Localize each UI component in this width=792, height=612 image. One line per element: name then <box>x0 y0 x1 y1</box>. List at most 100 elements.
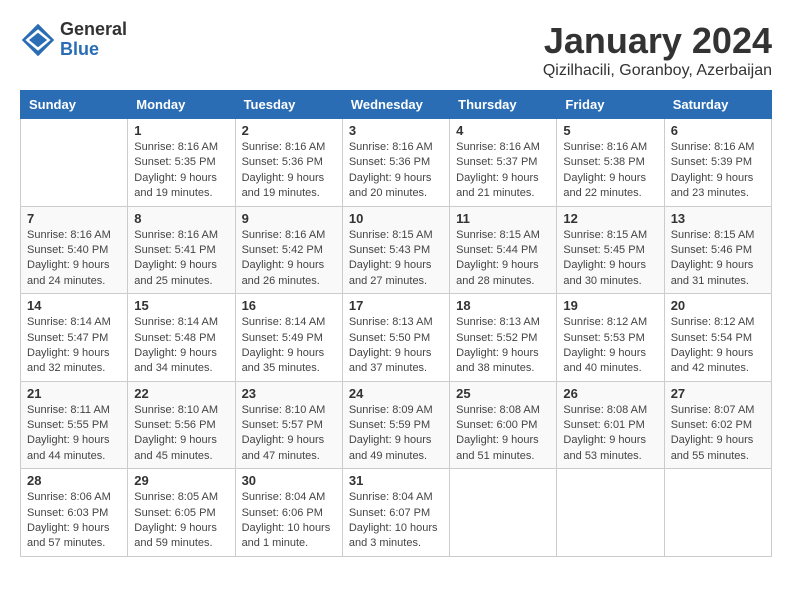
day-number: 7 <box>27 211 121 226</box>
month-title: January 2024 <box>543 20 772 62</box>
calendar-cell: 10Sunrise: 8:15 AM Sunset: 5:43 PM Dayli… <box>342 206 449 294</box>
day-number: 3 <box>349 123 443 138</box>
logo-general-label: General <box>60 20 127 40</box>
day-detail: Sunrise: 8:16 AM Sunset: 5:38 PM Dayligh… <box>563 140 657 202</box>
calendar-cell: 2Sunrise: 8:16 AM Sunset: 5:36 PM Daylig… <box>235 119 342 207</box>
day-detail: Sunrise: 8:14 AM Sunset: 5:49 PM Dayligh… <box>242 315 336 377</box>
day-detail: Sunrise: 8:15 AM Sunset: 5:45 PM Dayligh… <box>563 228 657 290</box>
day-number: 25 <box>456 386 550 401</box>
calendar-cell <box>450 469 557 557</box>
day-detail: Sunrise: 8:16 AM Sunset: 5:35 PM Dayligh… <box>134 140 228 202</box>
day-number: 1 <box>134 123 228 138</box>
day-detail: Sunrise: 8:10 AM Sunset: 5:56 PM Dayligh… <box>134 403 228 465</box>
day-header-friday: Friday <box>557 91 664 119</box>
calendar-cell: 9 Sunrise: 8:16 AM Sunset: 5:42 PM Daylig… <box>235 206 342 294</box>
week-row-5: 28 Sunrise: 8:06 AM Sunset: 6:03 PM Dayli… <box>21 469 772 557</box>
day-number: 12 <box>563 211 657 226</box>
logo: General Blue <box>20 20 127 60</box>
day-number: 27 <box>671 386 765 401</box>
day-number: 22 <box>134 386 228 401</box>
day-detail: Sunrise: 8:16 AM Sunset: 5:42 PM Dayligh… <box>242 228 336 290</box>
day-detail: Sunrise: 8:15 AM Sunset: 5:44 PM Dayligh… <box>456 228 550 290</box>
logo-icon <box>20 22 56 58</box>
calendar-cell: 6 Sunrise: 8:16 AM Sunset: 5:39 PM Daylig… <box>664 119 771 207</box>
calendar-cell: 11 Sunrise: 8:15 AM Sunset: 5:44 PM Dayli… <box>450 206 557 294</box>
day-detail: Sunrise: 8:07 AM Sunset: 6:02 PM Dayligh… <box>671 403 765 465</box>
day-number: 31 <box>349 473 443 488</box>
calendar-cell: 30Sunrise: 8:04 AM Sunset: 6:06 PM Dayli… <box>235 469 342 557</box>
header-row: SundayMondayTuesdayWednesdayThursdayFrid… <box>21 91 772 119</box>
calendar-table: SundayMondayTuesdayWednesdayThursdayFrid… <box>20 90 772 557</box>
day-number: 20 <box>671 298 765 313</box>
location: Qizilhacili, Goranboy, Azerbaijan <box>543 62 772 80</box>
calendar-cell: 23 Sunrise: 8:10 AM Sunset: 5:57 PM Dayli… <box>235 381 342 469</box>
day-detail: Sunrise: 8:12 AM Sunset: 5:54 PM Dayligh… <box>671 315 765 377</box>
day-detail: Sunrise: 8:16 AM Sunset: 5:37 PM Dayligh… <box>456 140 550 202</box>
day-detail: Sunrise: 8:05 AM Sunset: 6:05 PM Dayligh… <box>134 490 228 552</box>
calendar-cell: 17 Sunrise: 8:13 AM Sunset: 5:50 PM Dayli… <box>342 294 449 382</box>
calendar-cell: 26 Sunrise: 8:08 AM Sunset: 6:01 PM Dayli… <box>557 381 664 469</box>
calendar-cell: 15Sunrise: 8:14 AM Sunset: 5:48 PM Dayli… <box>128 294 235 382</box>
week-row-2: 7 Sunrise: 8:16 AM Sunset: 5:40 PM Daylig… <box>21 206 772 294</box>
day-number: 16 <box>242 298 336 313</box>
day-number: 8 <box>134 211 228 226</box>
day-detail: Sunrise: 8:11 AM Sunset: 5:55 PM Dayligh… <box>27 403 121 465</box>
day-detail: Sunrise: 8:13 AM Sunset: 5:52 PM Dayligh… <box>456 315 550 377</box>
day-detail: Sunrise: 8:10 AM Sunset: 5:57 PM Dayligh… <box>242 403 336 465</box>
day-detail: Sunrise: 8:16 AM Sunset: 5:39 PM Dayligh… <box>671 140 765 202</box>
calendar-cell: 21 Sunrise: 8:11 AM Sunset: 5:55 PM Dayli… <box>21 381 128 469</box>
calendar-cell <box>557 469 664 557</box>
day-header-thursday: Thursday <box>450 91 557 119</box>
day-number: 29 <box>134 473 228 488</box>
day-detail: Sunrise: 8:15 AM Sunset: 5:43 PM Dayligh… <box>349 228 443 290</box>
week-row-1: 1 Sunrise: 8:16 AM Sunset: 5:35 PM Daylig… <box>21 119 772 207</box>
day-header-monday: Monday <box>128 91 235 119</box>
day-number: 9 <box>242 211 336 226</box>
day-number: 5 <box>563 123 657 138</box>
day-detail: Sunrise: 8:04 AM Sunset: 6:06 PM Dayligh… <box>242 490 336 552</box>
day-detail: Sunrise: 8:08 AM Sunset: 6:00 PM Dayligh… <box>456 403 550 465</box>
day-detail: Sunrise: 8:14 AM Sunset: 5:48 PM Dayligh… <box>134 315 228 377</box>
day-detail: Sunrise: 8:12 AM Sunset: 5:53 PM Dayligh… <box>563 315 657 377</box>
calendar-cell: 16 Sunrise: 8:14 AM Sunset: 5:49 PM Dayli… <box>235 294 342 382</box>
day-detail: Sunrise: 8:06 AM Sunset: 6:03 PM Dayligh… <box>27 490 121 552</box>
day-number: 11 <box>456 211 550 226</box>
day-number: 17 <box>349 298 443 313</box>
day-number: 21 <box>27 386 121 401</box>
calendar-cell <box>664 469 771 557</box>
calendar-cell: 12 Sunrise: 8:15 AM Sunset: 5:45 PM Dayli… <box>557 206 664 294</box>
day-detail: Sunrise: 8:13 AM Sunset: 5:50 PM Dayligh… <box>349 315 443 377</box>
logo-blue-label: Blue <box>60 40 127 60</box>
calendar-cell: 3 Sunrise: 8:16 AM Sunset: 5:36 PM Daylig… <box>342 119 449 207</box>
calendar-cell: 13 Sunrise: 8:15 AM Sunset: 5:46 PM Dayli… <box>664 206 771 294</box>
day-number: 6 <box>671 123 765 138</box>
day-header-sunday: Sunday <box>21 91 128 119</box>
title-area: January 2024 Qizilhacili, Goranboy, Azer… <box>543 20 772 80</box>
calendar-cell: 29 Sunrise: 8:05 AM Sunset: 6:05 PM Dayli… <box>128 469 235 557</box>
day-detail: Sunrise: 8:16 AM Sunset: 5:36 PM Dayligh… <box>349 140 443 202</box>
calendar-cell: 28 Sunrise: 8:06 AM Sunset: 6:03 PM Dayli… <box>21 469 128 557</box>
day-detail: Sunrise: 8:16 AM Sunset: 5:36 PM Dayligh… <box>242 140 336 202</box>
calendar-cell: 18 Sunrise: 8:13 AM Sunset: 5:52 PM Dayli… <box>450 294 557 382</box>
calendar-cell: 19 Sunrise: 8:12 AM Sunset: 5:53 PM Dayli… <box>557 294 664 382</box>
day-detail: Sunrise: 8:08 AM Sunset: 6:01 PM Dayligh… <box>563 403 657 465</box>
day-number: 26 <box>563 386 657 401</box>
calendar-cell: 22 Sunrise: 8:10 AM Sunset: 5:56 PM Dayli… <box>128 381 235 469</box>
calendar-cell: 8Sunrise: 8:16 AM Sunset: 5:41 PM Daylig… <box>128 206 235 294</box>
day-number: 4 <box>456 123 550 138</box>
day-detail: Sunrise: 8:16 AM Sunset: 5:40 PM Dayligh… <box>27 228 121 290</box>
day-number: 18 <box>456 298 550 313</box>
day-number: 13 <box>671 211 765 226</box>
calendar-cell: 5 Sunrise: 8:16 AM Sunset: 5:38 PM Daylig… <box>557 119 664 207</box>
day-detail: Sunrise: 8:15 AM Sunset: 5:46 PM Dayligh… <box>671 228 765 290</box>
day-header-wednesday: Wednesday <box>342 91 449 119</box>
day-number: 28 <box>27 473 121 488</box>
calendar-cell: 14Sunrise: 8:14 AM Sunset: 5:47 PM Dayli… <box>21 294 128 382</box>
day-header-saturday: Saturday <box>664 91 771 119</box>
calendar-cell: 24Sunrise: 8:09 AM Sunset: 5:59 PM Dayli… <box>342 381 449 469</box>
day-number: 23 <box>242 386 336 401</box>
calendar-cell: 25 Sunrise: 8:08 AM Sunset: 6:00 PM Dayli… <box>450 381 557 469</box>
day-number: 19 <box>563 298 657 313</box>
logo-text: General Blue <box>60 20 127 60</box>
calendar-cell: 7 Sunrise: 8:16 AM Sunset: 5:40 PM Daylig… <box>21 206 128 294</box>
